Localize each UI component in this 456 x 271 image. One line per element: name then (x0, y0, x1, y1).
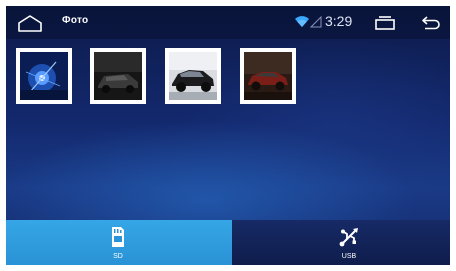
back-icon (422, 16, 440, 30)
wifi-icon (295, 16, 309, 27)
status-time: 3:29 (325, 13, 353, 29)
photo-thumbnail-4[interactable] (240, 48, 296, 104)
sd-card-icon (112, 227, 124, 247)
home-button[interactable] (16, 12, 44, 34)
back-button[interactable] (420, 14, 442, 31)
storage-selector: SD USB (6, 220, 450, 265)
photo-thumbnail-3[interactable] (165, 48, 221, 104)
recent-apps-icon (375, 16, 395, 30)
tab-usb-label: USB (341, 253, 357, 260)
tab-sd-label: SD (113, 253, 123, 260)
recent-apps-button[interactable] (374, 14, 396, 31)
home-icon (18, 15, 42, 32)
dark-car-photo (94, 52, 142, 100)
usb-icon (339, 228, 358, 247)
black-car-photo (169, 52, 217, 100)
red-car-photo (244, 52, 292, 100)
tab-sd[interactable]: SD (6, 220, 232, 265)
app-title: Фото (62, 15, 89, 26)
tab-usb[interactable]: USB (232, 220, 450, 265)
blue-light-photo (20, 52, 68, 100)
photo-thumbnail-2[interactable] (90, 48, 146, 104)
status-bar: Фото 3:29 (6, 6, 450, 39)
photo-thumbnail-1[interactable] (16, 48, 72, 104)
photo-app-screen: Фото 3:29 SD USB (6, 6, 450, 265)
signal-icon (310, 16, 322, 28)
